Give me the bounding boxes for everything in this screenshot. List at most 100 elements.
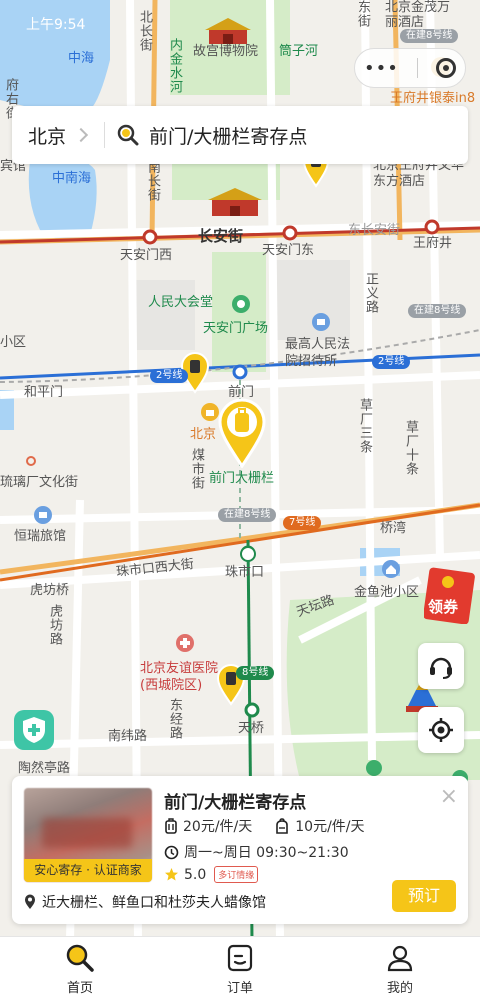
star-icon	[165, 868, 178, 881]
map-label-zhushikou: 珠市口	[225, 565, 265, 580]
selected-storage-pin[interactable]	[216, 398, 268, 468]
miniprogram-capsule[interactable]: •••	[354, 48, 466, 88]
map-label-east-changan: 东长安街	[348, 223, 401, 238]
store-card[interactable]: 安心寄存 · 认证商家 前门/大栅栏寄存点 × 20元/件/天 10元/件/天 …	[12, 776, 468, 924]
order-icon	[227, 944, 253, 972]
metro-badge-line8-building-2: 在建8号线	[408, 304, 467, 318]
certified-badge: 安心寄存 · 认证商家	[24, 859, 152, 882]
shield-plus-icon	[23, 717, 45, 743]
price-bag: 10元/件/天	[295, 819, 365, 835]
hours-row: 周一~周日 09:30~21:30	[164, 842, 349, 862]
map-label-changan: 长安街	[198, 227, 244, 245]
search-icon	[117, 124, 139, 146]
hotel-icon	[312, 313, 330, 331]
store-address: 近大栅栏、鲜鱼口和杜莎夫人蜡像馆	[42, 895, 266, 911]
user-icon	[387, 945, 413, 972]
map-label-east-street: 东街	[355, 0, 370, 28]
tab-orders-label: 订单	[226, 981, 253, 996]
metro-badge-line2-east: 2号线	[372, 355, 411, 369]
customer-service-button[interactable]	[418, 643, 464, 689]
tab-home-label: 首页	[66, 981, 93, 996]
rating-row: 5.0 多订情缘	[164, 866, 259, 883]
map-label-qianmen: 前门	[228, 385, 255, 400]
price-luggage: 20元/件/天	[183, 819, 253, 835]
map-label-zhengyilu: 正义路	[363, 272, 378, 314]
station-icon	[240, 546, 256, 562]
map-label-meishijie: 煤市街	[189, 448, 204, 490]
metro-badge-line8: 8号线	[236, 666, 275, 680]
map-label-wangfujing: 王府井	[413, 236, 453, 251]
map-label-forbidden-city: 故宫博物院	[193, 44, 259, 59]
map-label-dongjinglu: 东经路	[167, 698, 182, 740]
search-icon	[66, 944, 94, 972]
capsule-divider	[416, 58, 418, 78]
coupon-label: 领券	[428, 598, 459, 616]
map-label-taoranting: 陶然亭路	[18, 761, 71, 776]
map-label-liulichang: 琉璃厂文化街	[0, 475, 79, 490]
tiananmen-icon	[208, 188, 262, 216]
map-label-beijing: 北京	[190, 427, 217, 442]
tab-profile-label: 我的	[386, 981, 413, 996]
map-label-nanchang: 南长街	[145, 160, 160, 202]
map-label-yintai: 王府井银泰in8	[390, 91, 476, 106]
map-label-great-hall: 人民大会堂	[148, 295, 214, 310]
residence-icon	[382, 560, 400, 578]
park-icon	[232, 295, 250, 313]
close-card-button[interactable]: ×	[440, 786, 458, 808]
search-bar[interactable]: 北京 前门/大栅栏寄存点	[12, 106, 468, 164]
headset-icon	[430, 657, 452, 679]
locate-icon	[429, 718, 453, 742]
park-icon-2	[366, 760, 382, 776]
bottom-tab-bar: 首页 订单 我的	[0, 936, 480, 999]
metro-badge-line8-building-1: 在建8号线	[400, 29, 459, 43]
close-miniprogram-icon[interactable]	[435, 58, 456, 78]
search-divider	[104, 122, 106, 148]
map-label-jinyuchi: 金鱼池小区	[354, 585, 420, 600]
insurance-button[interactable]	[14, 710, 54, 750]
metro-badge-line2-west: 2号线	[150, 369, 189, 383]
map-label-zhonghai: 中海	[68, 51, 95, 66]
clock-icon	[164, 845, 179, 859]
map-label-nanwei: 南纬路	[108, 729, 148, 744]
status-time: 上午9:54	[26, 17, 86, 33]
map-label-xiaoqu: 小区	[0, 335, 27, 350]
metro-badge-line8-building-3: 在建8号线	[218, 508, 277, 522]
map-label-hufangqiao: 虎坊桥	[30, 583, 70, 598]
map-label-dashilan: 前门大栅栏	[209, 471, 275, 486]
store-title: 前门/大栅栏寄存点	[164, 793, 307, 813]
city-selector[interactable]: 北京	[28, 122, 66, 149]
poi-dot-icon	[26, 456, 36, 466]
chevron-right-icon[interactable]	[73, 127, 89, 143]
metro-badge-line7: 7号线	[283, 516, 322, 530]
backpack-icon	[276, 818, 289, 834]
map-label-supreme-court: 最高人民法院招待所	[285, 337, 351, 369]
map-label-caochang10: 草厂十条	[403, 420, 418, 476]
map-label-jinbao: 北京金茂万丽酒店	[385, 0, 451, 30]
map-label-square: 天安门广场	[203, 321, 269, 336]
map-label-hufanglu: 虎坊路	[47, 604, 62, 646]
map-label-neijinshuihe: 内金水河	[167, 38, 182, 94]
map-label-qiaowan: 桥湾	[380, 521, 407, 536]
map-label-hepingmen: 和平门	[24, 385, 64, 400]
map-label-youyi-hospital: 北京友谊医院(西城院区)	[140, 661, 219, 693]
map-label-tiananmen-east: 天安门东	[262, 243, 315, 258]
rating-score: 5.0	[184, 866, 207, 883]
map-label-tianqiao: 天桥	[238, 721, 265, 736]
tab-profile[interactable]: 我的	[320, 937, 480, 999]
price-row: 20元/件/天 10元/件/天	[164, 816, 365, 836]
hospital-icon	[176, 634, 194, 652]
suitcase-icon	[165, 818, 177, 834]
locate-button[interactable]	[418, 707, 464, 753]
map-label-caochang3: 草厂三条	[357, 398, 372, 454]
search-input[interactable]: 前门/大栅栏寄存点	[149, 122, 307, 149]
book-button[interactable]: 预订	[392, 880, 456, 912]
coupon-button[interactable]: 领券	[423, 566, 480, 625]
tab-orders[interactable]: 订单	[160, 937, 320, 999]
more-icon[interactable]: •••	[364, 58, 399, 79]
address-row: 近大栅栏、鲜鱼口和杜莎夫人蜡像馆	[24, 892, 266, 912]
map-label-tiananmen-west: 天安门西	[120, 248, 173, 263]
map-label-beichang: 北长街	[137, 10, 152, 52]
business-hours: 周一~周日 09:30~21:30	[184, 845, 349, 861]
map-label-hengrui: 恒瑞旅馆	[14, 529, 67, 544]
tab-home[interactable]: 首页	[0, 937, 160, 999]
